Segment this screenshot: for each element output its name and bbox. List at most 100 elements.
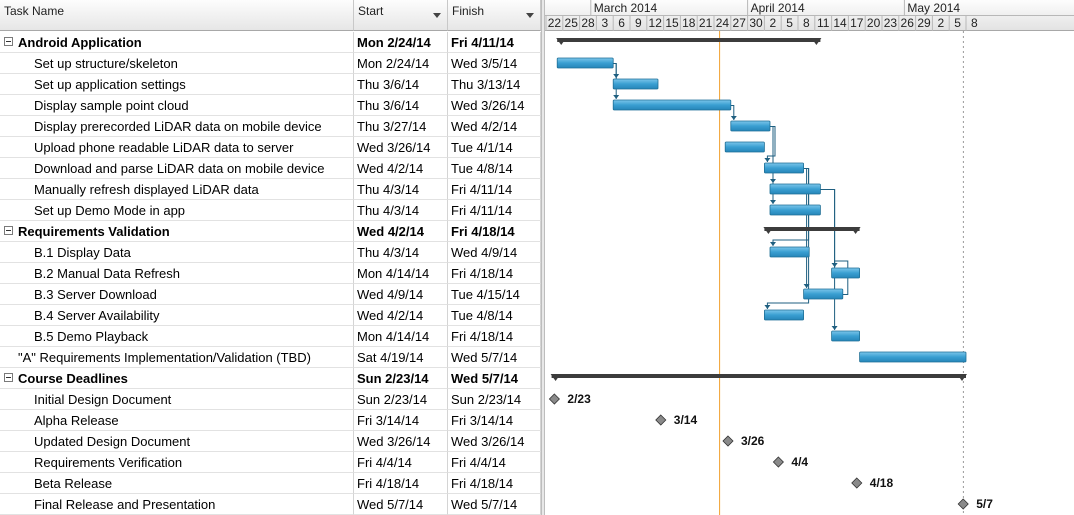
task-row[interactable]: Android Application Mon 2/24/14 Fri 4/11/1…: [0, 32, 541, 53]
task-start-cell[interactable]: Wed 3/26/14: [354, 137, 448, 158]
task-name-cell[interactable]: B.4 Server Availability: [0, 305, 354, 326]
task-start-cell[interactable]: Wed 4/2/14: [354, 221, 448, 242]
task-bar[interactable]: [724, 141, 765, 153]
task-name-cell[interactable]: Download and parse LiDAR data on mobile …: [0, 158, 354, 179]
task-bar[interactable]: [769, 246, 810, 258]
milestone-diamond[interactable]: [548, 393, 560, 405]
summary-bar[interactable]: [557, 38, 821, 42]
task-name-cell[interactable]: Set up Demo Mode in app: [0, 200, 354, 221]
task-row[interactable]: Requirements Verification Fri 4/4/14 Fri 4…: [0, 452, 541, 473]
milestone-diamond[interactable]: [655, 414, 667, 426]
task-name-cell[interactable]: Alpha Release: [0, 410, 354, 431]
task-name-cell[interactable]: Beta Release: [0, 473, 354, 494]
task-row[interactable]: Set up structure/skeleton Mon 2/24/14 Wed …: [0, 53, 541, 74]
task-bar[interactable]: [763, 309, 804, 321]
task-row[interactable]: B.3 Server Download Wed 4/9/14 Tue 4/15/14: [0, 284, 541, 305]
task-finish-cell[interactable]: Wed 4/2/14: [448, 116, 541, 137]
column-header-finish[interactable]: Finish: [448, 0, 541, 31]
task-finish-cell[interactable]: Sun 2/23/14: [448, 389, 541, 410]
task-row[interactable]: Upload phone readable LiDAR data to serv…: [0, 137, 541, 158]
task-name-cell[interactable]: Upload phone readable LiDAR data to serv…: [0, 137, 354, 158]
task-finish-cell[interactable]: Tue 4/15/14: [448, 284, 541, 305]
task-start-cell[interactable]: Mon 2/24/14: [354, 53, 448, 74]
task-finish-cell[interactable]: Wed 4/9/14: [448, 242, 541, 263]
task-start-cell[interactable]: Wed 5/7/14: [354, 494, 448, 515]
collapse-toggle-icon[interactable]: [4, 373, 13, 382]
task-finish-cell[interactable]: Tue 4/1/14: [448, 137, 541, 158]
milestone-diamond[interactable]: [851, 477, 863, 489]
task-name-cell[interactable]: Requirements Validation: [0, 221, 354, 242]
task-finish-cell[interactable]: Fri 3/14/14: [448, 410, 541, 431]
task-start-cell[interactable]: Thu 3/6/14: [354, 95, 448, 116]
task-finish-cell[interactable]: Tue 4/8/14: [448, 305, 541, 326]
task-start-cell[interactable]: Thu 4/3/14: [354, 200, 448, 221]
task-finish-cell[interactable]: Fri 4/11/14: [448, 32, 541, 53]
task-name-cell[interactable]: "A" Requirements Implementation/Validati…: [0, 347, 354, 368]
task-row[interactable]: Display sample point cloud Thu 3/6/14 Wed …: [0, 95, 541, 116]
summary-bar[interactable]: [764, 227, 860, 231]
task-finish-cell[interactable]: Fri 4/18/14: [448, 221, 541, 242]
task-row[interactable]: Display prerecorded LiDAR data on mobile…: [0, 116, 541, 137]
task-start-cell[interactable]: Mon 4/14/14: [354, 263, 448, 284]
task-row[interactable]: Updated Design Document Wed 3/26/14 Wed 3/…: [0, 431, 541, 452]
task-bar[interactable]: [730, 120, 771, 132]
collapse-toggle-icon[interactable]: [4, 37, 13, 46]
task-start-cell[interactable]: Wed 3/26/14: [354, 431, 448, 452]
task-name-cell[interactable]: Display prerecorded LiDAR data on mobile…: [0, 116, 354, 137]
task-finish-cell[interactable]: Fri 4/18/14: [448, 326, 541, 347]
task-row[interactable]: Set up application settings Thu 3/6/14 Thu…: [0, 74, 541, 95]
task-finish-cell[interactable]: Fri 4/18/14: [448, 263, 541, 284]
task-bar[interactable]: [859, 351, 967, 363]
task-start-cell[interactable]: Sun 2/23/14: [354, 389, 448, 410]
task-name-cell[interactable]: Updated Design Document: [0, 431, 354, 452]
column-header-start[interactable]: Start: [354, 0, 448, 31]
task-bar[interactable]: [769, 183, 821, 195]
collapse-toggle-icon[interactable]: [4, 226, 13, 235]
summary-bar[interactable]: [551, 374, 966, 378]
task-name-cell[interactable]: Display sample point cloud: [0, 95, 354, 116]
task-bar[interactable]: [556, 57, 614, 69]
task-name-cell[interactable]: B.2 Manual Data Refresh: [0, 263, 354, 284]
task-bar[interactable]: [612, 78, 659, 90]
task-bar[interactable]: [612, 99, 732, 111]
task-finish-cell[interactable]: Wed 5/7/14: [448, 347, 541, 368]
task-bar[interactable]: [769, 204, 821, 216]
filter-dropdown-icon[interactable]: [526, 13, 534, 18]
task-start-cell[interactable]: Fri 3/14/14: [354, 410, 448, 431]
task-finish-cell[interactable]: Wed 3/26/14: [448, 95, 541, 116]
task-name-cell[interactable]: Android Application: [0, 32, 354, 53]
task-bar[interactable]: [831, 330, 861, 342]
column-header-task-name[interactable]: Task Name: [0, 0, 354, 31]
task-start-cell[interactable]: Thu 3/27/14: [354, 116, 448, 137]
task-finish-cell[interactable]: Wed 5/7/14: [448, 494, 541, 515]
task-finish-cell[interactable]: Fri 4/18/14: [448, 473, 541, 494]
task-name-cell[interactable]: Requirements Verification: [0, 452, 354, 473]
task-name-cell[interactable]: Final Release and Presentation: [0, 494, 354, 515]
task-start-cell[interactable]: Fri 4/18/14: [354, 473, 448, 494]
task-name-cell[interactable]: B.5 Demo Playback: [0, 326, 354, 347]
task-finish-cell[interactable]: Fri 4/11/14: [448, 200, 541, 221]
task-finish-cell[interactable]: Fri 4/4/14: [448, 452, 541, 473]
task-finish-cell[interactable]: Wed 3/26/14: [448, 431, 541, 452]
task-row[interactable]: Set up Demo Mode in app Thu 4/3/14 Fri 4/1…: [0, 200, 541, 221]
task-name-cell[interactable]: Set up application settings: [0, 74, 354, 95]
task-row[interactable]: Manually refresh displayed LiDAR data Thu…: [0, 179, 541, 200]
task-row[interactable]: B.4 Server Availability Wed 4/2/14 Tue 4/8…: [0, 305, 541, 326]
milestone-diamond[interactable]: [772, 456, 784, 468]
task-finish-cell[interactable]: Wed 5/7/14: [448, 368, 541, 389]
filter-dropdown-icon[interactable]: [433, 13, 441, 18]
task-row[interactable]: Download and parse LiDAR data on mobile …: [0, 158, 541, 179]
task-name-cell[interactable]: Set up structure/skeleton: [0, 53, 354, 74]
task-finish-cell[interactable]: Thu 3/13/14: [448, 74, 541, 95]
task-row[interactable]: Initial Design Document Sun 2/23/14 Sun 2/…: [0, 389, 541, 410]
task-row[interactable]: Course Deadlines Sun 2/23/14 Wed 5/7/14: [0, 368, 541, 389]
task-start-cell[interactable]: Fri 4/4/14: [354, 452, 448, 473]
task-start-cell[interactable]: Sat 4/19/14: [354, 347, 448, 368]
task-row[interactable]: Requirements Validation Wed 4/2/14 Fri 4/1…: [0, 221, 541, 242]
task-row[interactable]: B.1 Display Data Thu 4/3/14 Wed 4/9/14: [0, 242, 541, 263]
task-start-cell[interactable]: Mon 2/24/14: [354, 32, 448, 53]
task-name-cell[interactable]: B.1 Display Data: [0, 242, 354, 263]
task-start-cell[interactable]: Thu 3/6/14: [354, 74, 448, 95]
task-row[interactable]: Final Release and Presentation Wed 5/7/14…: [0, 494, 541, 515]
task-start-cell[interactable]: Thu 4/3/14: [354, 179, 448, 200]
